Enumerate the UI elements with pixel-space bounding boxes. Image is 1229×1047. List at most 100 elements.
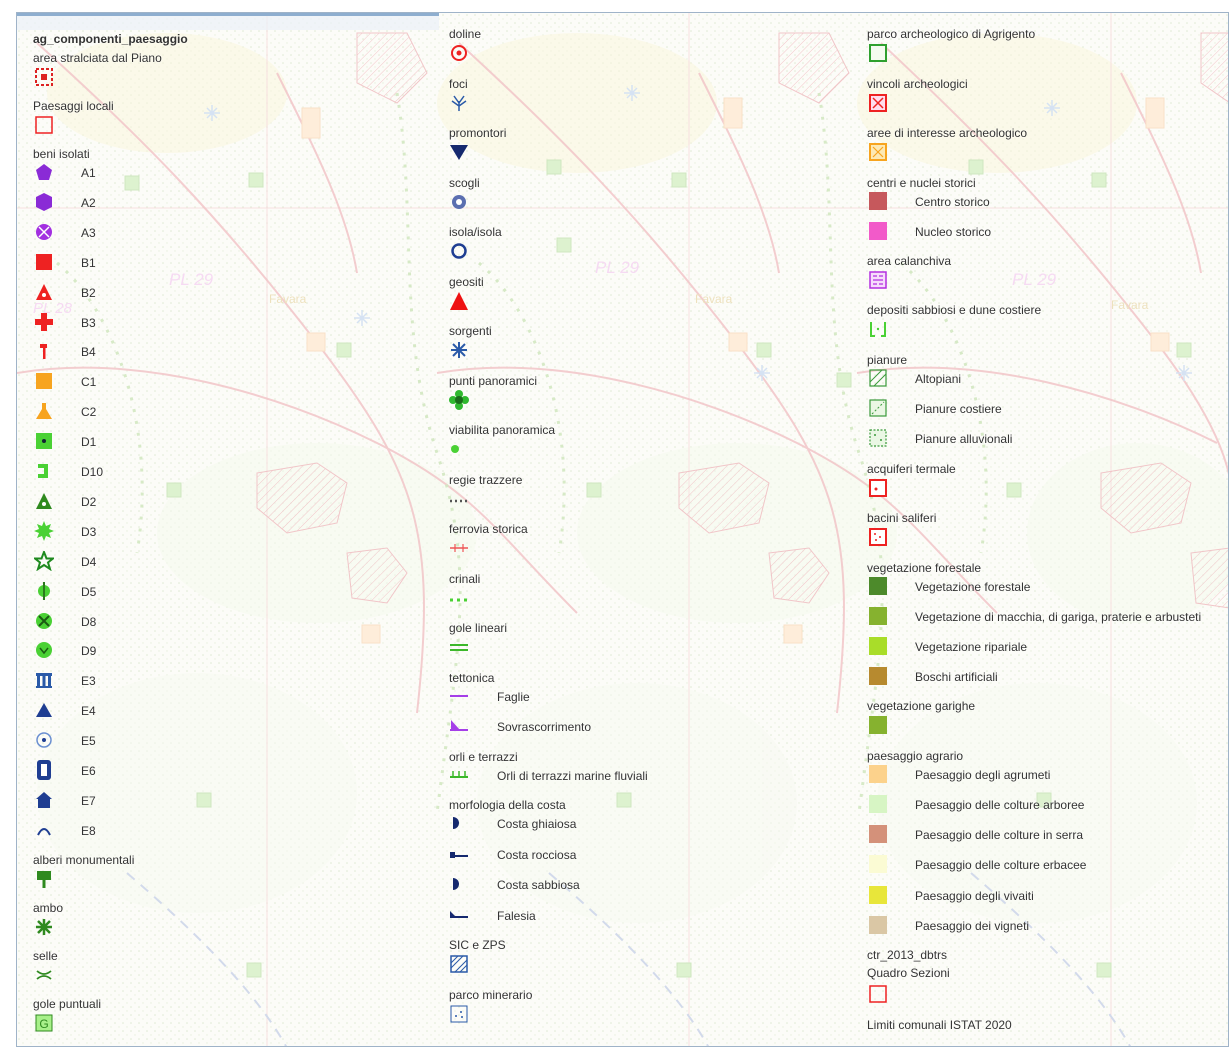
blue-triangle-icon [34,700,54,720]
legend-section-limiti-comunali-istat-2020: Limiti comunali ISTAT 2020 [867,1017,1012,1032]
legend-item-paesaggio-degli-agrumeti: Paesaggio degli agrumeti [915,767,1051,782]
green-gear-icon [34,520,54,541]
color-swatch-icon [868,854,888,874]
blue-columns-icon [34,670,54,690]
green-dot-icon [449,439,469,459]
red-hammer-icon [34,341,54,361]
legend-item-vegetazione-forestale: Vegetazione forestale [915,579,1031,594]
green-hook-icon [34,461,54,481]
legend-section-ctr-2013-dbtrs: ctr_2013_dbtrs [867,948,948,962]
green-tree-icon [34,869,54,889]
legend-item-a3: A3 [81,225,96,240]
green-ticked-line-icon [449,765,469,785]
green-asterisk-icon [34,917,54,937]
green-g-square-icon: G [34,1013,54,1033]
layer-header[interactable] [17,13,439,30]
legend-item-d5: D5 [81,584,97,599]
color-swatch-icon [868,824,888,844]
legend-item-e8: E8 [81,823,96,838]
legend-item-d4: D4 [81,554,97,569]
legend-item-b4: B4 [81,345,96,360]
legend-section-paesaggi-locali: Paesaggi locali [33,99,114,113]
green-saddle-icon [34,965,54,985]
legend-section-foci: foci [449,76,468,91]
layer-title: ag_componenti_paesaggio [33,32,188,46]
legend-section-crinali: crinali [449,571,481,586]
purple-crossed-circle-icon [34,222,54,242]
legend-item-faglie: Faglie [497,689,530,704]
legend-section-parco-minerario: parco minerario [449,987,533,1002]
red-square-icon [34,252,54,272]
legend-item-costa-sabbiosa: Costa sabbiosa [497,878,580,892]
legend-item-c1: C1 [81,375,97,390]
blue-spring-icon [449,340,469,360]
green-double-line-icon [449,637,469,657]
red-target-icon [449,43,469,63]
red-dot-square-icon [868,478,888,498]
legend-section-area-calanchiva: area calanchiva [867,253,952,268]
legend-column-col2: doline foci promontori scogli isola/isola geo… [439,13,859,1046]
navy-step-line-icon [449,844,469,864]
color-swatch-icon [868,794,888,814]
color-swatch-icon [868,576,888,596]
color-swatch-icon [868,715,888,735]
blue-ring-icon [449,241,469,261]
color-swatch-icon [868,191,888,211]
legend-item-boschi-artificiali: Boschi artificiali [915,670,998,685]
legend-subtitle-quadro-sezioni: Quadro Sezioni [867,966,950,980]
legend-section-ferrovia-storica: ferrovia storica [449,522,528,536]
legend-item-e4: E4 [81,704,96,719]
legend-item-b1: B1 [81,255,96,270]
color-swatch-icon [868,666,888,686]
orange-x-square-icon [868,142,888,162]
legend-item-d9: D9 [81,644,97,659]
legend-item-d10: D10 [81,465,104,479]
purple-pentagon-icon [34,162,54,182]
legend-section-geositi: geositi [449,274,484,289]
legend-item-d3: D3 [81,524,97,539]
legend-column-col3: parco archeologico di Agrigento vincoli a… [859,13,1228,1046]
legend-section-selle: selle [33,948,58,963]
legend-section-regie-trazzere: regie trazzere [449,472,523,487]
red-outline-square-icon [34,115,54,135]
legend-item-costa-rocciosa: Costa rocciosa [497,847,577,862]
green-dot-square-icon [34,431,54,451]
svg-text:G: G [39,1017,48,1031]
purple-patterned-square-icon [868,270,888,290]
legend-section-vincoli-archeologici: vincoli archeologici [867,76,968,91]
green-dotted-square-icon [868,398,888,418]
red-x-square-icon [868,93,888,113]
map-frame: PL 29 PL 29 PL 29 Favara Favara Favara P… [16,12,1229,1047]
legend-item-e5: E5 [81,734,96,749]
green-pin-icon [34,581,54,601]
legend-item-d2: D2 [81,494,97,509]
blue-delta-icon [449,93,469,113]
green-flower-icon [449,389,469,410]
legend-item-pianure-alluvionali: Pianure alluvionali [915,432,1013,447]
red-dotted-square-icon [34,67,54,87]
legend-item-vegetazione-di-macchia-di-gariga-praterie-e-arbusteti: Vegetazione di macchia, di gariga, prate… [915,609,1202,624]
legend-item-d8: D8 [81,614,97,629]
legend-item-paesaggio-delle-colture-in-serra: Paesaggio delle colture in serra [915,828,1084,843]
legend-item-c2: C2 [81,405,97,420]
legend-section-scogli: scogli [449,175,480,190]
legend-item-d1: D1 [81,435,97,450]
legend-item-costa-ghiaiosa: Costa ghiaiosa [497,817,577,831]
legend-section-centri-e-nuclei-storici: centri e nuclei storici [867,175,976,190]
orange-flask-icon [34,401,54,421]
legend-item-centro-storico: Centro storico [915,194,990,209]
legend-item-paesaggio-dei-vigneti: Paesaggio dei vigneti [915,918,1030,933]
legend-section-morfologia-della-costa: morfologia della costa [449,798,566,812]
legend-item-paesaggio-degli-vivaiti: Paesaggio degli vivaiti [915,888,1034,903]
legend-section-depositi-sabbiosi-e-dune-costiere: depositi sabbiosi e dune costiere [867,303,1042,318]
legend-section-gole-lineari: gole lineari [449,621,508,635]
legend-section-viabilita-panoramica: viabilita panoramica [449,423,556,437]
navy-triangle-icon [449,142,469,162]
blue-target-icon [34,730,54,750]
navy-half-circle-icon [449,874,469,894]
green-dotted-line-icon [449,588,469,608]
legend-section-acquiferi-termale: acquiferi termale [867,461,956,476]
legend-section-parco-archeologico-di-agrigento: parco archeologico di Agrigento [867,27,1036,41]
navy-cliff-line-icon [449,905,469,925]
legend-item-altopiani: Altopiani [915,371,962,386]
